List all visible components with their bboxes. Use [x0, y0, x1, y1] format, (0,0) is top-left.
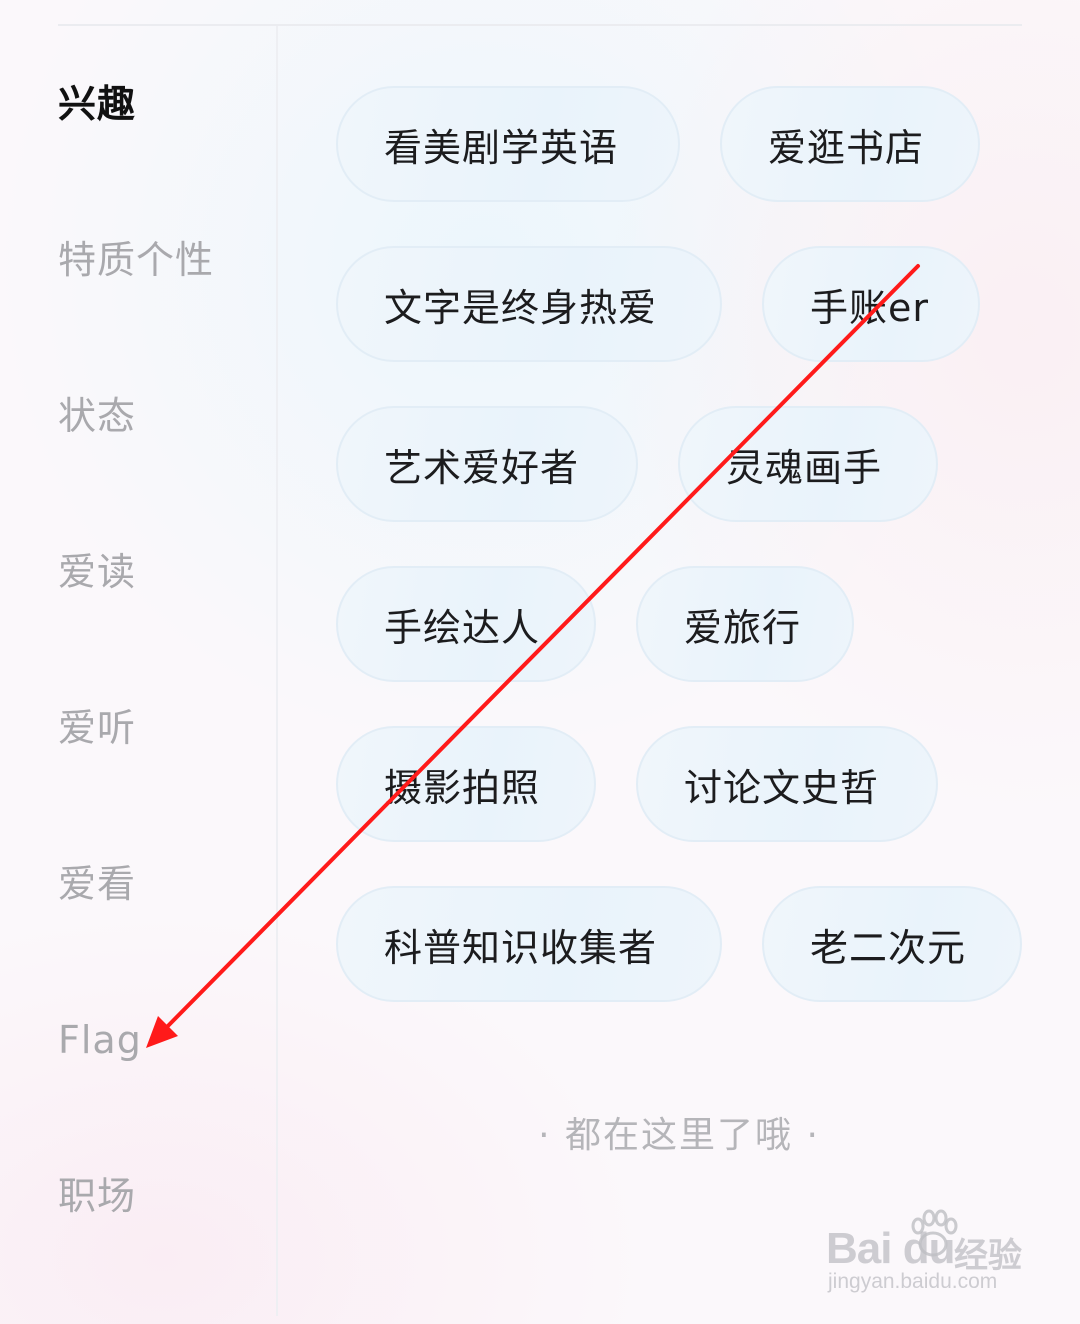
annotation-arrow-line: [158, 264, 920, 1036]
watermark-url: jingyan.baidu.com: [828, 1270, 998, 1293]
baidu-jingyan-watermark: Bai du 经验 jingyan.baidu.com: [826, 1206, 1026, 1306]
annotation-arrow: [146, 264, 920, 1048]
